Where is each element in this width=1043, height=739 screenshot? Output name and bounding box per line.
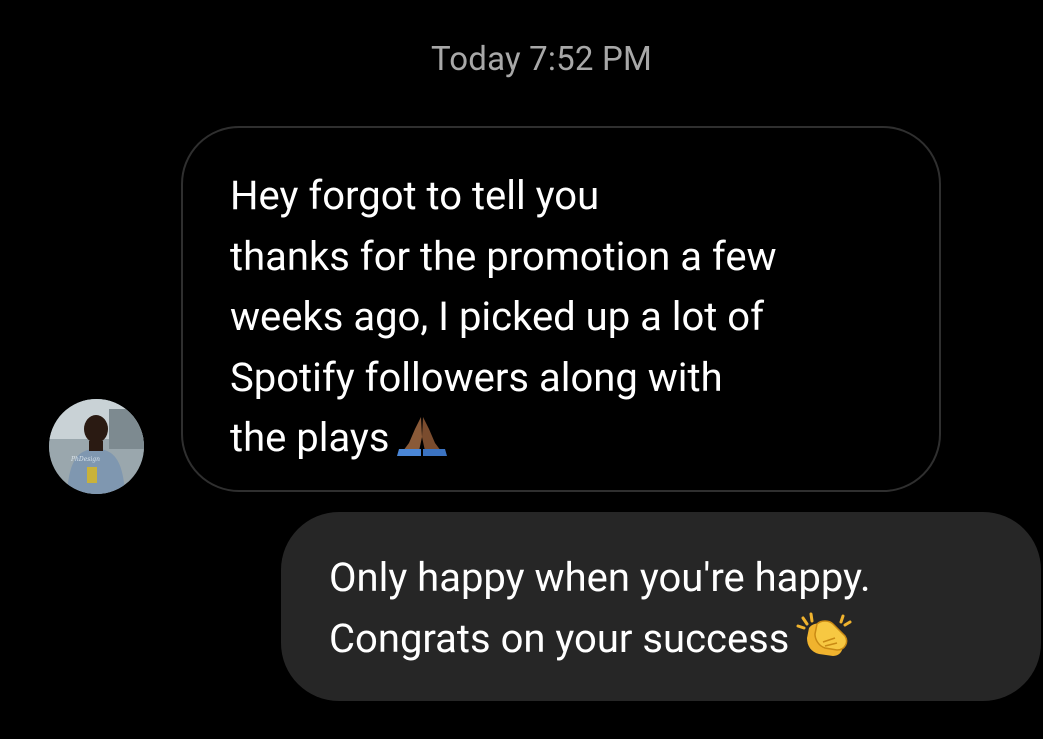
received-message-line-last: the plays <box>230 408 909 469</box>
received-message-line: weeks ago, I picked up a lot of <box>230 293 765 340</box>
contact-avatar-photo: PhDesign <box>49 399 144 494</box>
received-message-text: the plays <box>230 414 390 461</box>
contact-avatar[interactable]: PhDesign <box>49 399 144 494</box>
received-message-line: Spotify followers along with <box>230 353 723 401</box>
message-timestamp: Today 7:52 PM <box>430 40 653 79</box>
chat-screen: Today 7:52 PM Hey forgot to tell you tha… <box>0 0 1043 739</box>
sent-message-bubble[interactable]: Only happy when you're happy. Congrats o… <box>281 512 1041 701</box>
svg-text:PhDesign: PhDesign <box>70 456 100 463</box>
sent-message-text: Congrats on your success <box>329 614 790 662</box>
received-message-line: thanks for the promotion a few <box>230 232 777 280</box>
folded-hands-emoji <box>397 417 448 456</box>
received-message-line: Hey forgot to tell you <box>230 172 600 219</box>
clapping-hands-emoji <box>796 612 852 656</box>
sent-message-line: Only happy when you're happy. <box>329 554 871 601</box>
received-message-bubble[interactable]: Hey forgot to tell you thanks for the pr… <box>181 126 941 492</box>
sent-message-line-last: Congrats on your success <box>329 609 1021 670</box>
